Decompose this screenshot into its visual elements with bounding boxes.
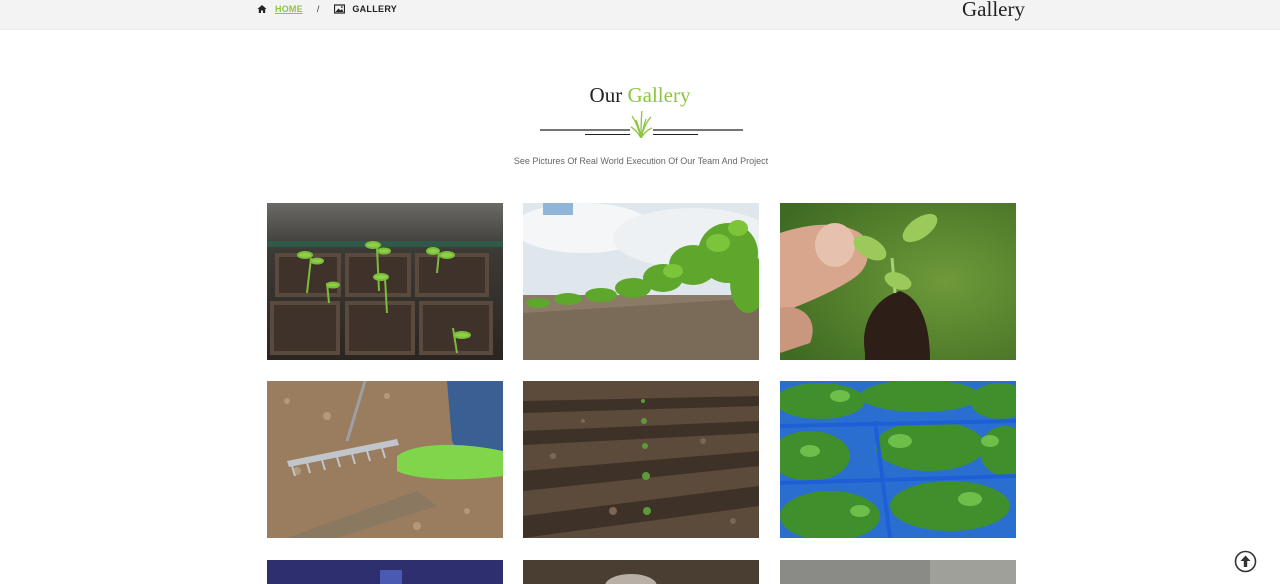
home-icon [257, 4, 267, 14]
gallery-image-dark[interactable] [523, 560, 759, 584]
gallery-image-grey[interactable] [780, 560, 1016, 584]
section-title: Our Gallery [0, 83, 1280, 108]
gallery-image-rake-boots[interactable] [267, 381, 503, 538]
gallery-image-night[interactable] [267, 560, 503, 584]
gallery-image-hand-seedling[interactable] [780, 203, 1016, 360]
page-title: Gallery [962, 0, 1025, 21]
breadcrumb-separator: / [316, 4, 320, 14]
grass-divider-icon [540, 110, 743, 138]
section-title-accent: Gallery [627, 83, 691, 107]
scroll-to-top-button[interactable] [1234, 550, 1257, 573]
breadcrumb-bar: HOME / GALLERY Gallery [0, 0, 1280, 30]
breadcrumb: HOME / GALLERY [257, 3, 397, 15]
gallery-image-plowed-rows[interactable] [523, 381, 759, 538]
gallery-image-blue-crates[interactable] [780, 381, 1016, 538]
gallery-image-seedling-tray[interactable] [267, 203, 503, 360]
image-icon [334, 4, 346, 14]
breadcrumb-home-link[interactable]: HOME [275, 4, 303, 14]
section-title-part1: Our [589, 83, 623, 107]
section-subtitle: See Pictures Of Real World Execution Of … [513, 156, 769, 166]
breadcrumb-current: GALLERY [352, 4, 398, 14]
arrow-up-circle-icon [1234, 550, 1257, 573]
gallery-image-soy-field[interactable] [523, 203, 759, 360]
